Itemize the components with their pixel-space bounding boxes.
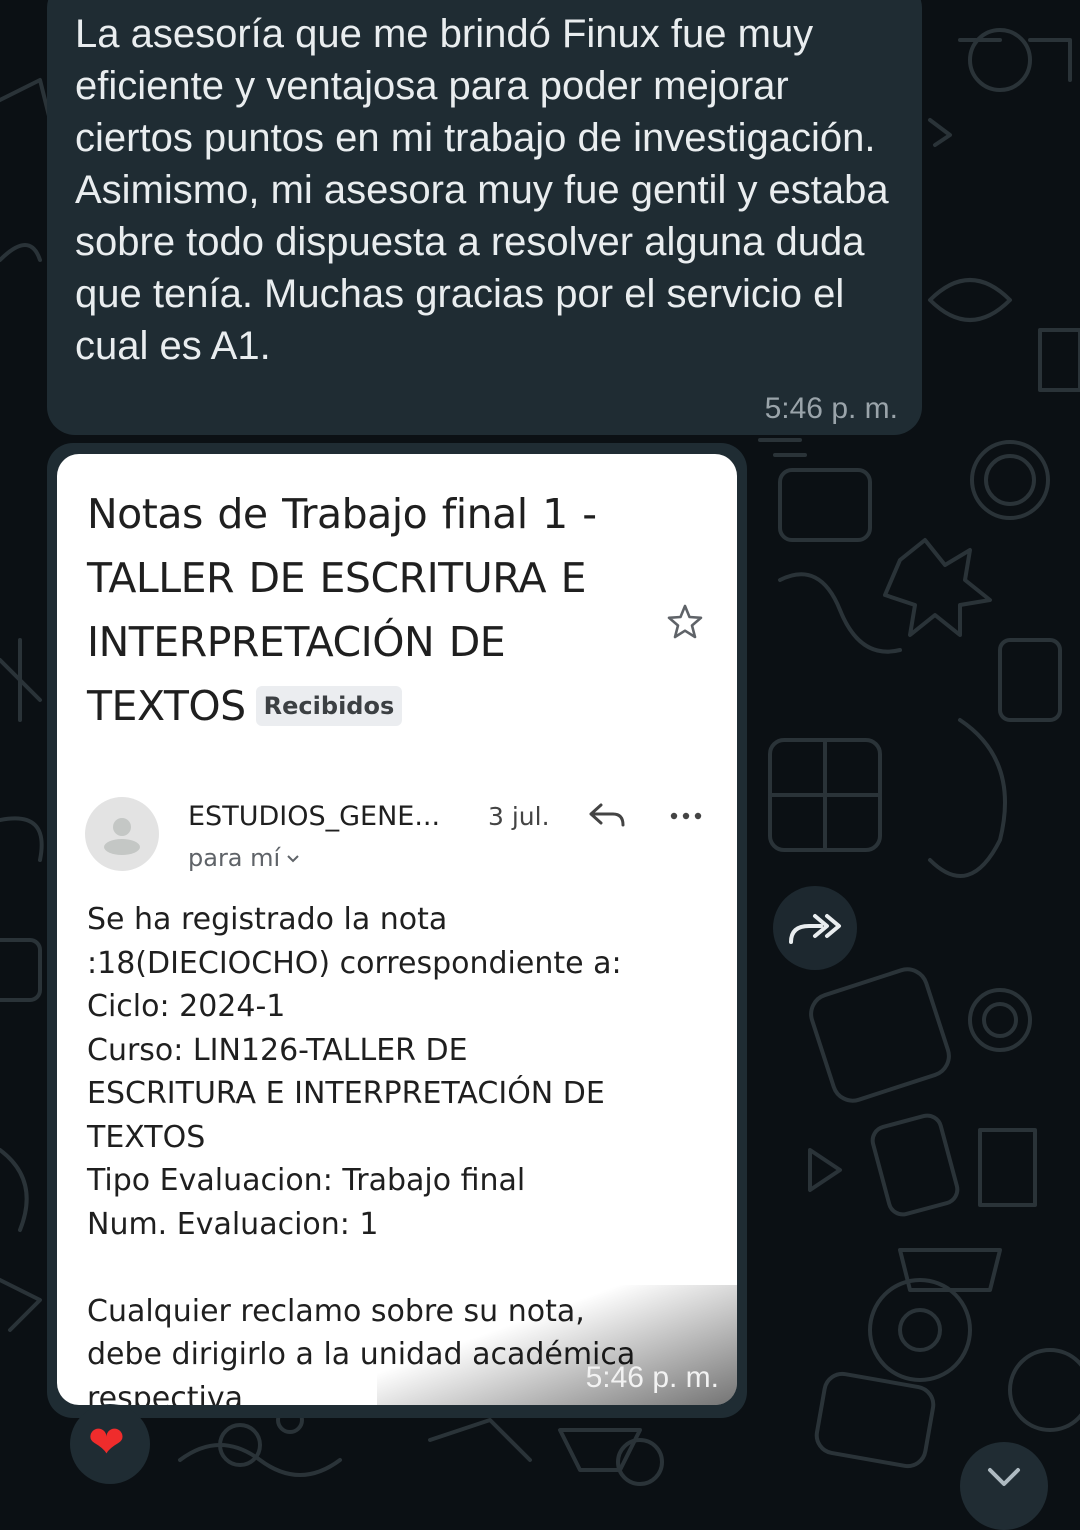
email-sender: ESTUDIOS_GENE...	[188, 801, 441, 832]
email-body-line: ESCRITURA E INTERPRETACIÓN DE	[87, 1076, 605, 1111]
email-body-line: TEXTOS	[87, 1119, 206, 1155]
chevron-down-icon	[988, 1468, 1020, 1486]
email-body-line: Curso: LIN126-TALLER DE	[87, 1032, 468, 1068]
heart-emoji: ❤	[88, 1418, 125, 1467]
email-recipient-text: para mí	[188, 844, 281, 872]
person-avatar-icon	[85, 797, 159, 871]
email-body-line: Ciclo: 2024-1	[87, 989, 286, 1024]
email-body-line	[87, 1246, 707, 1290]
scroll-to-bottom-button[interactable]	[960, 1442, 1048, 1530]
inbox-label-badge: Recibidos	[255, 686, 403, 726]
email-body-line: Num. Evaluacion: 1	[87, 1206, 379, 1242]
email-subject: Notas de Trabajo final 1 - TALLER DE ESC…	[87, 482, 627, 738]
email-recipient: para mí	[188, 844, 300, 872]
message-timestamp: 5:46 p. m.	[764, 392, 898, 425]
more-horizontal-icon	[670, 812, 702, 820]
image-timestamp: 5:46 p. m.	[585, 1361, 719, 1394]
message-bubble-image[interactable]: Notas de Trabajo final 1 - TALLER DE ESC…	[47, 443, 747, 1418]
chevron-down-small-icon	[287, 855, 299, 863]
message-text: La asesoría que me brindó Finux fue muy …	[75, 12, 889, 368]
email-screenshot-image[interactable]: Notas de Trabajo final 1 - TALLER DE ESC…	[57, 454, 737, 1405]
email-body-line: :18(DIECIOCHO) correspondiente a:	[87, 945, 622, 981]
forward-icon	[789, 914, 841, 944]
email-date: 3 jul.	[488, 802, 550, 831]
reaction-badge[interactable]: ❤	[70, 1404, 150, 1484]
message-bubble-text[interactable]: La asesoría que me brindó Finux fue muy …	[47, 0, 922, 435]
star-outline-icon	[667, 604, 703, 639]
reply-icon	[589, 803, 625, 827]
forward-button[interactable]	[773, 886, 857, 970]
email-body-line: Se ha registrado la nota	[87, 902, 448, 937]
email-body-line: Tipo Evaluacion: Trabajo final	[87, 1163, 526, 1198]
